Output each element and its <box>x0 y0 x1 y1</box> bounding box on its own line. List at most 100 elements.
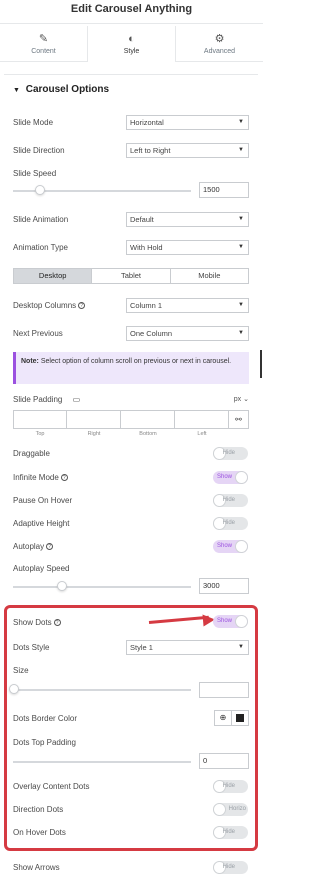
autoplay-speed-row: Autoplay Speed <box>13 560 249 576</box>
panel-header: Edit Carousel Anything <box>0 0 263 24</box>
autoplay-speed-slider-handle[interactable] <box>57 581 67 591</box>
animation-type-select[interactable]: With Hold ▼ <box>126 240 249 255</box>
slide-direction-value: Left to Right <box>130 146 171 155</box>
show-dots-text: Show Dots <box>13 617 52 627</box>
size-slider-track[interactable] <box>13 689 191 691</box>
size-input[interactable] <box>199 682 249 698</box>
autoplay-speed-slider-track[interactable] <box>13 586 191 588</box>
toggle-state: Hide <box>222 829 235 835</box>
toggle-state: Hide <box>222 864 235 870</box>
slide-animation-value: Default <box>130 215 154 224</box>
section-title: Carousel Options <box>25 84 110 95</box>
slide-speed-input[interactable]: 1500 <box>199 182 249 198</box>
chevron-down-icon: ▼ <box>238 216 244 222</box>
dots-style-select[interactable]: Style 1 ▼ <box>126 640 249 655</box>
pause-on-hover-toggle[interactable]: Hide <box>213 494 248 507</box>
infinite-mode-text: Infinite Mode <box>13 472 59 482</box>
unit-selector[interactable]: px ⌄ <box>234 395 249 403</box>
next-previous-value: One Column <box>130 329 173 338</box>
note-text: Select option of column scroll on previo… <box>40 358 232 365</box>
padding-left-input[interactable] <box>175 410 229 429</box>
padding-right-input[interactable] <box>67 410 121 429</box>
slide-mode-value: Horizontal <box>130 118 164 127</box>
device-tab-mobile[interactable]: Mobile <box>171 269 248 283</box>
on-hover-dots-toggle[interactable]: Hide <box>213 826 248 839</box>
slide-direction-select[interactable]: Left to Right ▼ <box>126 143 249 158</box>
dots-top-padding-input[interactable]: 0 <box>199 753 249 769</box>
help-icon[interactable]: ? <box>46 542 54 550</box>
size-slider-handle[interactable] <box>9 684 19 694</box>
slide-animation-select[interactable]: Default ▼ <box>126 212 249 227</box>
show-arrows-toggle[interactable]: Hide <box>213 861 248 874</box>
autoplay-speed-input[interactable]: 3000 <box>199 578 249 594</box>
dots-top-padding-slider-track[interactable] <box>13 761 191 763</box>
panel-title: Edit Carousel Anything <box>70 3 193 15</box>
tab-advanced[interactable]: ⚙ Advanced <box>176 26 263 62</box>
unit-label: px <box>233 396 242 403</box>
next-previous-select[interactable]: One Column ▼ <box>126 326 249 341</box>
slide-speed-label: Slide Speed <box>13 168 57 178</box>
draggable-toggle[interactable]: Hide <box>213 447 248 460</box>
toggle-state: Hide <box>222 497 235 503</box>
link-values-button[interactable]: ⚯ <box>229 410 249 429</box>
overlay-content-dots-toggle[interactable]: Hide <box>213 780 248 793</box>
link-icon: ⚯ <box>235 415 242 424</box>
color-swatch[interactable] <box>232 711 248 725</box>
desktop-columns-value: Column 1 <box>130 301 163 310</box>
padding-top-input[interactable] <box>13 410 67 429</box>
show-dots-toggle[interactable]: Show <box>213 615 248 628</box>
size-label: Size <box>13 665 29 675</box>
note-title: Note: <box>21 358 39 365</box>
animation-type-value: With Hold <box>130 243 163 252</box>
slide-mode-select[interactable]: Horizontal ▼ <box>126 115 249 130</box>
chevron-down-icon: ▼ <box>238 330 244 336</box>
autoplay-toggle[interactable]: Show <box>213 540 248 553</box>
slide-speed-slider-handle[interactable] <box>35 185 45 195</box>
infinite-mode-toggle[interactable]: Show <box>213 471 248 484</box>
padding-labels: Top Right Bottom Left <box>13 431 229 437</box>
padding-left-label: Left <box>197 431 207 437</box>
color-swatch-fill <box>236 714 244 722</box>
chevron-down-icon: ▼ <box>238 119 244 125</box>
padding-right-label: Right <box>87 431 101 437</box>
help-icon[interactable]: ? <box>60 473 68 481</box>
resize-handle[interactable] <box>260 350 262 378</box>
slide-speed-row: Slide Speed <box>13 165 249 181</box>
padding-bottom-input[interactable] <box>121 410 175 429</box>
help-icon[interactable]: ? <box>53 618 61 626</box>
slide-padding-label: Slide Padding ▭ <box>13 395 234 404</box>
desktop-monitor-icon[interactable]: ▭ <box>73 395 81 404</box>
dots-top-padding-label: Dots Top Padding <box>13 737 77 747</box>
adaptive-height-toggle[interactable]: Hide <box>213 517 248 530</box>
tab-content-label: Content <box>31 48 56 55</box>
slide-padding-row: Slide Padding ▭ px ⌄ <box>13 391 249 407</box>
toggle-knob <box>235 540 248 553</box>
pencil-icon: ✎ <box>38 33 49 45</box>
slide-padding-text: Slide Padding <box>13 394 63 404</box>
desktop-columns-text: Desktop Columns <box>13 300 77 310</box>
toggle-knob <box>213 803 226 816</box>
chevron-down-icon: ▼ <box>238 302 244 308</box>
tab-style[interactable]: ◐ Style <box>87 26 176 62</box>
device-tab-desktop[interactable]: Desktop <box>14 269 93 283</box>
device-tab-tablet[interactable]: Tablet <box>92 269 171 283</box>
contrast-icon: ◐ <box>128 33 135 45</box>
autoplay-text: Autoplay <box>13 541 45 551</box>
gear-icon: ⚙ <box>214 33 225 45</box>
direction-dots-toggle[interactable]: Horizo <box>213 803 248 816</box>
section-toggle-carousel-options[interactable]: ▼ Carousel Options <box>13 84 109 95</box>
note-box: Note: Select option of column scroll on … <box>13 352 249 384</box>
tab-content[interactable]: ✎ Content <box>0 26 87 62</box>
caret-down-icon: ▼ <box>13 87 20 94</box>
toggle-knob <box>235 615 248 628</box>
dots-border-color-control: ⊕ <box>214 710 249 726</box>
toggle-state: Horizo <box>228 806 246 812</box>
toggle-state: Hide <box>222 450 235 456</box>
toggle-state: Hide <box>222 783 235 789</box>
globe-icon[interactable]: ⊕ <box>215 711 232 725</box>
help-icon[interactable]: ? <box>78 301 86 309</box>
desktop-columns-select[interactable]: Column 1 ▼ <box>126 298 249 313</box>
dots-top-padding-row: Dots Top Padding <box>13 734 249 750</box>
padding-inputs: ⚯ <box>13 410 249 429</box>
dots-style-value: Style 1 <box>130 643 153 652</box>
